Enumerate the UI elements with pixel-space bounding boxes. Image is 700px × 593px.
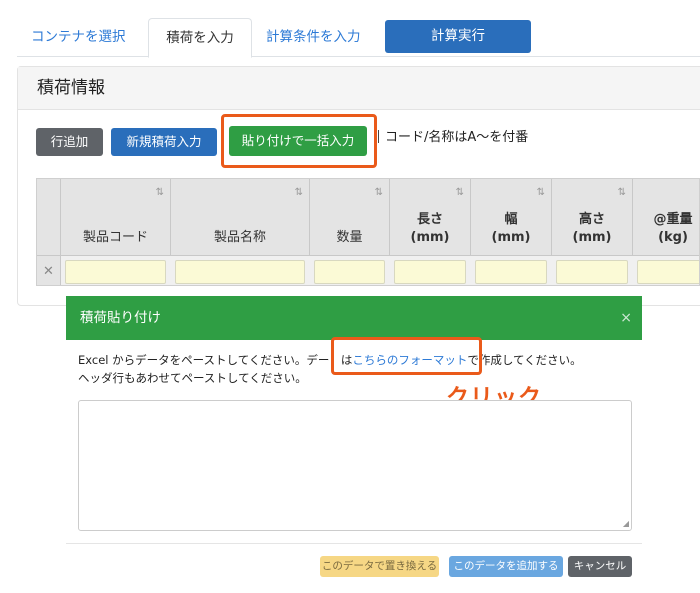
column-length[interactable]: ⇅ 長さ (mm) — [390, 179, 471, 255]
panel-title: 積荷情報 — [18, 67, 700, 110]
table-row: ✕ — [37, 255, 699, 285]
weight-input[interactable] — [637, 260, 699, 284]
paste-textarea[interactable]: ◢ — [78, 400, 632, 531]
delete-row-icon[interactable]: ✕ — [37, 256, 61, 285]
column-label: 長さ (mm) — [410, 212, 450, 245]
column-label: @重量 (kg) — [653, 212, 693, 245]
sort-icon[interactable]: ⇅ — [156, 187, 164, 198]
grid-header: ⇅ 製品コード ⇅ 製品名称 ⇅ 数量 ⇅ 長さ (mm) ⇅ 幅 (mm) ⇅… — [37, 179, 699, 255]
sort-icon[interactable]: ⇅ — [375, 187, 383, 198]
modal-instruction-line1: Excel からデータをペーストしてください。データはこちらのフォーマットで作成… — [78, 352, 582, 368]
quantity-input[interactable] — [314, 260, 385, 284]
sort-icon[interactable]: ⇅ — [456, 187, 464, 198]
column-label: 製品コード — [82, 230, 148, 245]
tab-select-container[interactable]: コンテナを選択 — [31, 18, 126, 57]
column-product-code[interactable]: ⇅ 製品コード — [61, 179, 171, 255]
replace-data-button[interactable]: このデータで置き換える — [320, 556, 439, 577]
tab-enter-cargo[interactable]: 積荷を入力 — [148, 18, 252, 58]
modal-instruction-line2: ヘッダ行もあわせてペーストしてください。 — [78, 371, 307, 385]
sort-icon[interactable]: ⇅ — [295, 187, 303, 198]
sort-icon[interactable]: ⇅ — [618, 187, 626, 198]
width-input[interactable] — [475, 260, 547, 284]
modal-title: 積荷貼り付け — [80, 310, 161, 326]
new-cargo-button[interactable]: 新規積荷入力 — [111, 128, 217, 156]
column-weight[interactable]: ⇅ @重量 (kg) — [633, 179, 699, 255]
column-label: 製品名称 — [213, 230, 266, 245]
modal-divider — [66, 543, 642, 544]
height-input[interactable] — [556, 260, 628, 284]
sort-icon[interactable]: ⇅ — [537, 187, 545, 198]
column-label: 数量 — [336, 230, 363, 245]
column-quantity[interactable]: ⇅ 数量 — [310, 179, 390, 255]
tab-calc-conditions[interactable]: 計算条件を入力 — [266, 18, 361, 57]
modal-header: 積荷貼り付け × — [66, 296, 642, 340]
highlight-paste-button — [221, 114, 377, 168]
column-label: 高さ (mm) — [572, 212, 612, 245]
checkbox-icon[interactable] — [378, 130, 384, 143]
length-input[interactable] — [394, 260, 466, 284]
add-data-button[interactable]: このデータを追加する — [449, 556, 563, 577]
cargo-grid: ⇅ 製品コード ⇅ 製品名称 ⇅ 数量 ⇅ 長さ (mm) ⇅ 幅 (mm) ⇅… — [36, 178, 700, 286]
paste-cargo-modal: 積荷貼り付け × Excel からデータをペーストしてください。データはこちらの… — [66, 296, 642, 593]
product-code-input[interactable] — [65, 260, 166, 284]
highlight-format-link — [331, 337, 482, 375]
cancel-button[interactable]: キャンセル — [568, 556, 632, 577]
add-row-button[interactable]: 行追加 — [36, 128, 103, 156]
instruction-text: Excel からデータをペーストしてください。デー — [78, 353, 330, 367]
column-height[interactable]: ⇅ 高さ (mm) — [552, 179, 633, 255]
column-label: 幅 (mm) — [491, 212, 531, 245]
instruction-text: で作成してください。 — [467, 353, 582, 367]
column-product-name[interactable]: ⇅ 製品名称 — [171, 179, 310, 255]
close-icon[interactable]: × — [620, 296, 632, 340]
resize-handle-icon[interactable]: ◢ — [623, 519, 629, 528]
grid-corner — [37, 179, 61, 255]
step-tabs: コンテナを選択 積荷を入力 計算条件を入力 計算実行 — [17, 18, 700, 58]
product-name-input[interactable] — [175, 260, 305, 284]
run-calculation-button[interactable]: 計算実行 — [385, 20, 531, 53]
suffix-option[interactable]: コード/名称はA〜を付番 — [378, 128, 528, 148]
column-width[interactable]: ⇅ 幅 (mm) — [471, 179, 552, 255]
suffix-option-label: コード/名称はA〜を付番 — [385, 130, 529, 145]
